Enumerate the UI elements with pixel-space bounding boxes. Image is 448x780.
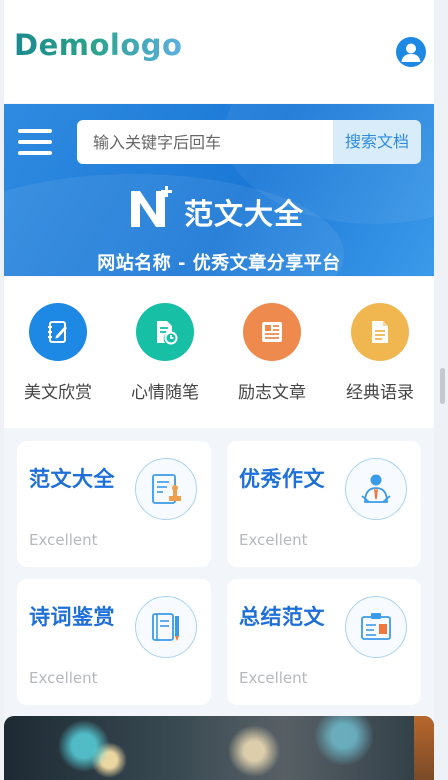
quick-nav-label: 美文欣赏 [24,383,92,403]
id-badge-icon [345,596,407,658]
quick-nav-item-lizhi[interactable]: 励志文章 [227,303,317,403]
user-icon [401,43,421,62]
category-card-zongjie[interactable]: 总结范文 Excellent [227,579,421,705]
category-card-zuowen[interactable]: 优秀作文 Excellent [227,441,421,567]
quick-nav-label: 心情随笔 [131,383,199,403]
photo-edge [414,716,434,780]
quick-nav: 美文欣赏 心情随笔 励志文章 经典语录 [4,277,434,428]
document-clock-icon [136,303,194,361]
quick-nav-item-xinqing[interactable]: 心情随笔 [120,303,210,403]
category-card-fanwen[interactable]: 范文大全 Excellent [17,441,211,567]
card-subtitle: Excellent [239,669,308,687]
hamburger-menu-icon[interactable] [18,129,52,157]
category-card-shici[interactable]: 诗词鉴赏 Excellent [17,579,211,705]
logo-text: Demologo [14,28,183,62]
page: Demologo 搜索文档 范文大全 网站名称 - 优秀文章分享平台 [4,0,434,780]
card-subtitle: Excellent [239,531,308,549]
site-logo[interactable]: Demologo [14,28,182,62]
document-stamp-icon [135,458,197,520]
newspaper-icon [243,303,301,361]
hero-banner: 搜索文档 范文大全 网站名称 - 优秀文章分享平台 [4,104,434,276]
person-tie-icon [345,458,407,520]
card-title: 优秀作文 [239,467,325,491]
n-plus-logo-icon [131,186,172,227]
banner-subtitle: 网站名称 - 优秀文章分享平台 [97,253,341,274]
quick-nav-item-jingdian[interactable]: 经典语录 [335,303,425,403]
card-title: 总结范文 [239,605,325,629]
quick-nav-item-meiwen[interactable]: 美文欣赏 [13,303,103,403]
book-pencil-icon [135,596,197,658]
user-account-button[interactable] [396,37,426,67]
scrollbar-thumb[interactable] [440,368,445,404]
search-input[interactable] [77,120,333,164]
site-header: Demologo [4,0,434,103]
document-icon [351,303,409,361]
quick-nav-label: 励志文章 [238,383,306,403]
card-subtitle: Excellent [29,669,98,687]
brand-text: 范文大全 [184,197,305,231]
search-button[interactable]: 搜索文档 [333,120,421,164]
card-title: 范文大全 [29,467,115,491]
notebook-pen-icon [29,303,87,361]
quick-nav-label: 经典语录 [346,383,414,403]
card-subtitle: Excellent [29,531,98,549]
featured-photo[interactable] [4,716,434,780]
card-title: 诗词鉴赏 [29,605,115,629]
